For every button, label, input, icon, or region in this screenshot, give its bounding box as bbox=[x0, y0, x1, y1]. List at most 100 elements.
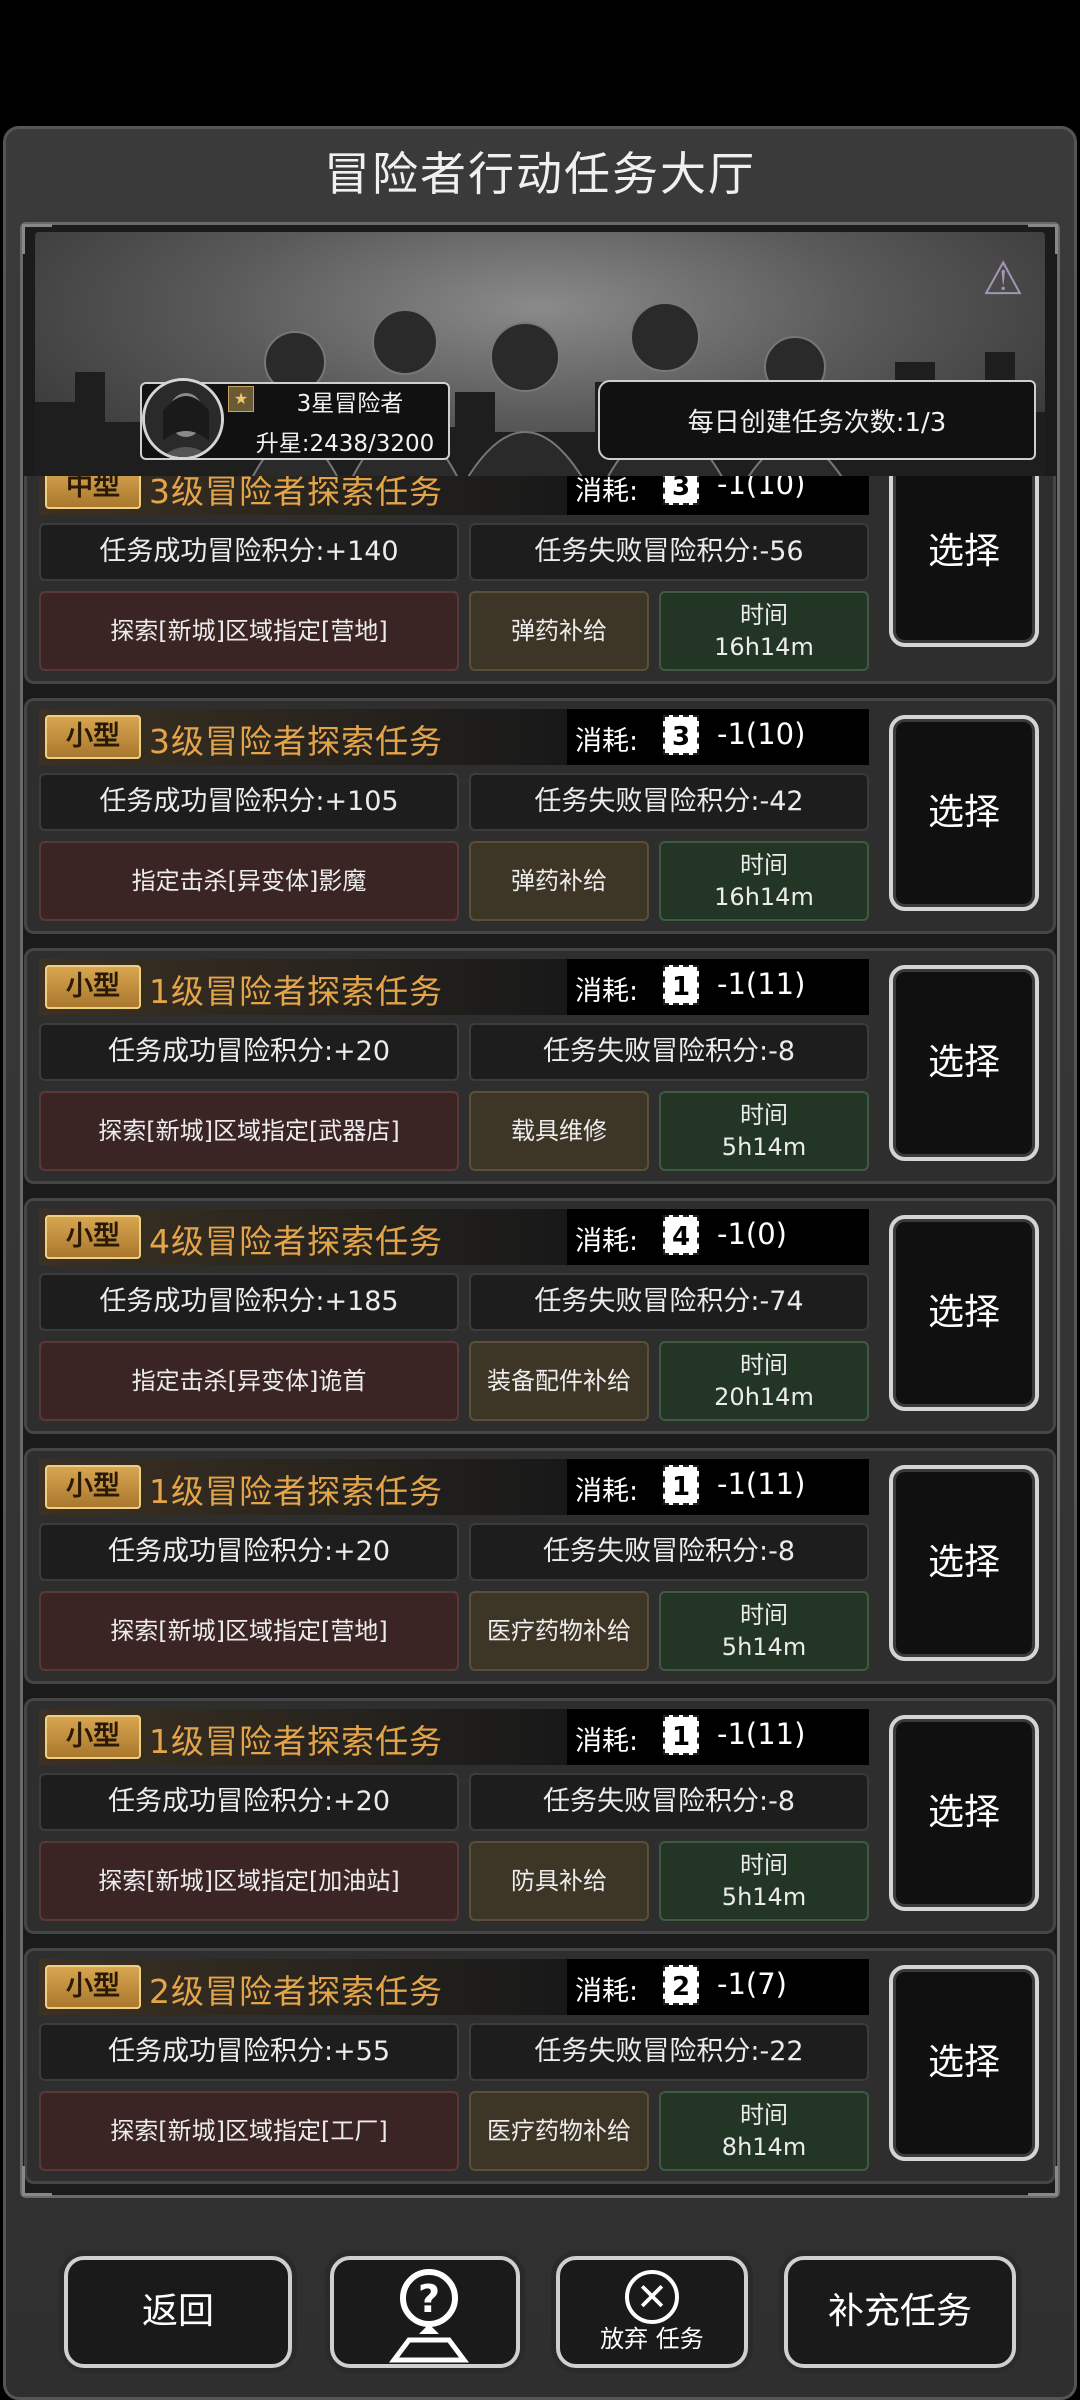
time-value: 5h14m bbox=[721, 1883, 807, 1911]
frame-corner-ornament bbox=[22, 224, 52, 254]
task-target: 探索[新城]区域指定[营地] bbox=[39, 591, 459, 671]
task-size-tag: 小型 bbox=[45, 1465, 141, 1509]
task-card: 中型 3级冒险者探索任务 消耗: 3 -1(10) 任务成功冒险积分:+140 … bbox=[24, 476, 1056, 684]
task-size-tag: 中型 bbox=[45, 476, 141, 509]
task-size-tag: 小型 bbox=[45, 965, 141, 1009]
task-card: 小型 2级冒险者探索任务 消耗: 2 -1(7) 任务成功冒险积分:+55 任务… bbox=[24, 1948, 1056, 2184]
time-value: 5h14m bbox=[721, 1633, 807, 1661]
level-card-icon: 3 bbox=[663, 715, 699, 755]
task-reward: 防具补给 bbox=[469, 1841, 649, 1921]
task-time: 时间 5h14m bbox=[659, 1841, 869, 1921]
task-reward: 弹药补给 bbox=[469, 841, 649, 921]
cost-label: 消耗: bbox=[575, 1476, 639, 1507]
avatar[interactable] bbox=[142, 378, 224, 460]
time-value: 8h14m bbox=[721, 2133, 807, 2161]
select-button[interactable]: 选择 bbox=[889, 1965, 1039, 2161]
task-time: 时间 16h14m bbox=[659, 841, 869, 921]
level-card-icon: 1 bbox=[663, 1465, 699, 1505]
level-card-icon: 4 bbox=[663, 1215, 699, 1255]
back-button[interactable]: 返回 bbox=[64, 2256, 292, 2368]
task-name: 4级冒险者探索任务 bbox=[149, 1222, 443, 1261]
time-value: 16h14m bbox=[714, 633, 814, 661]
task-size-tag: 小型 bbox=[45, 1715, 141, 1759]
frame-corner-ornament bbox=[1028, 224, 1058, 254]
question-icon: ? bbox=[389, 2269, 469, 2363]
task-target: 指定击杀[异变体]诡首 bbox=[39, 1341, 459, 1421]
time-label: 时间 bbox=[740, 1101, 788, 1129]
task-name: 1级冒险者探索任务 bbox=[149, 1722, 443, 1761]
select-button[interactable]: 选择 bbox=[889, 715, 1039, 911]
task-target: 指定击杀[异变体]影魔 bbox=[39, 841, 459, 921]
task-card: 小型 4级冒险者探索任务 消耗: 4 -1(0) 任务成功冒险积分:+185 任… bbox=[24, 1198, 1056, 1434]
success-points: 任务成功冒险积分:+20 bbox=[39, 1773, 459, 1831]
fail-points: 任务失败冒险积分:-56 bbox=[469, 523, 869, 581]
fail-points: 任务失败冒险积分:-74 bbox=[469, 1273, 869, 1331]
cost-value: -1(11) bbox=[717, 1717, 806, 1751]
daily-create-count: 每日创建任务次数:1/3 bbox=[687, 408, 947, 438]
abandon-task-label: 放弃 任务 bbox=[600, 2325, 704, 2353]
cost-value: -1(10) bbox=[717, 717, 806, 751]
fail-points: 任务失败冒险积分:-22 bbox=[469, 2023, 869, 2081]
time-label: 时间 bbox=[740, 1351, 788, 1379]
task-card: 小型 3级冒险者探索任务 消耗: 3 -1(10) 任务成功冒险积分:+105 … bbox=[24, 698, 1056, 934]
task-reward: 装备配件补给 bbox=[469, 1341, 649, 1421]
frame-corner-ornament bbox=[22, 2166, 52, 2196]
cost-value: -1(10) bbox=[717, 476, 806, 501]
time-value: 20h14m bbox=[714, 1383, 814, 1411]
time-label: 时间 bbox=[740, 2101, 788, 2129]
page-title: 冒险者行动任务大厅 bbox=[324, 147, 756, 201]
task-time: 时间 16h14m bbox=[659, 591, 869, 671]
close-icon: ✕ bbox=[625, 2270, 679, 2324]
select-button[interactable]: 选择 bbox=[889, 1215, 1039, 1411]
task-card: 小型 1级冒险者探索任务 消耗: 1 -1(11) 任务成功冒险积分:+20 任… bbox=[24, 948, 1056, 1184]
task-reward: 载具维修 bbox=[469, 1091, 649, 1171]
cost-label: 消耗: bbox=[575, 1726, 639, 1757]
task-target: 探索[新城]区域指定[工厂] bbox=[39, 2091, 459, 2171]
cost-label: 消耗: bbox=[575, 976, 639, 1007]
cost-value: -1(0) bbox=[717, 1217, 787, 1251]
success-points: 任务成功冒险积分:+20 bbox=[39, 1023, 459, 1081]
task-time: 时间 20h14m bbox=[659, 1341, 869, 1421]
task-name: 3级冒险者探索任务 bbox=[149, 476, 443, 511]
task-time: 时间 8h14m bbox=[659, 2091, 869, 2171]
success-points: 任务成功冒险积分:+20 bbox=[39, 1523, 459, 1581]
task-target: 探索[新城]区域指定[营地] bbox=[39, 1591, 459, 1671]
task-name: 1级冒险者探索任务 bbox=[149, 1472, 443, 1511]
task-card: 小型 1级冒险者探索任务 消耗: 1 -1(11) 任务成功冒险积分:+20 任… bbox=[24, 1698, 1056, 1934]
frame-corner-ornament bbox=[1028, 2166, 1058, 2196]
level-card-icon: 1 bbox=[663, 965, 699, 1005]
cost-label: 消耗: bbox=[575, 726, 639, 757]
rank-name: 3星冒险者 bbox=[296, 391, 404, 417]
task-card: 小型 1级冒险者探索任务 消耗: 1 -1(11) 任务成功冒险积分:+20 任… bbox=[24, 1448, 1056, 1684]
fail-points: 任务失败冒险积分:-42 bbox=[469, 773, 869, 831]
level-card-icon: 2 bbox=[663, 1965, 699, 2005]
cost-label: 消耗: bbox=[575, 1226, 639, 1257]
upgrade-progress: 升星:2438/3200 bbox=[255, 431, 435, 457]
task-time: 时间 5h14m bbox=[659, 1591, 869, 1671]
rank-star-icon: ★ bbox=[228, 386, 254, 412]
level-card-icon: 3 bbox=[663, 476, 699, 505]
replenish-tasks-button[interactable]: 补充任务 bbox=[784, 2256, 1016, 2368]
cost-value: -1(7) bbox=[717, 1967, 787, 2001]
task-size-tag: 小型 bbox=[45, 1965, 141, 2009]
success-points: 任务成功冒险积分:+55 bbox=[39, 2023, 459, 2081]
task-size-tag: 小型 bbox=[45, 715, 141, 759]
select-button[interactable]: 选择 bbox=[889, 476, 1039, 647]
task-target: 探索[新城]区域指定[加油站] bbox=[39, 1841, 459, 1921]
task-name: 2级冒险者探索任务 bbox=[149, 1972, 443, 2011]
select-button[interactable]: 选择 bbox=[889, 1465, 1039, 1661]
select-button[interactable]: 选择 bbox=[889, 1715, 1039, 1911]
svg-text:?: ? bbox=[418, 2277, 440, 2321]
select-button[interactable]: 选择 bbox=[889, 965, 1039, 1161]
cost-label: 消耗: bbox=[575, 1976, 639, 2007]
task-list[interactable]: 中型 3级冒险者探索任务 消耗: 3 -1(10) 任务成功冒险积分:+140 … bbox=[24, 476, 1056, 2196]
time-label: 时间 bbox=[740, 1851, 788, 1879]
task-reward: 医疗药物补给 bbox=[469, 1591, 649, 1671]
task-name: 3级冒险者探索任务 bbox=[149, 722, 443, 761]
task-target: 探索[新城]区域指定[武器店] bbox=[39, 1091, 459, 1171]
abandon-task-button[interactable]: ✕ 放弃 任务 bbox=[556, 2256, 748, 2368]
help-button[interactable]: ? bbox=[330, 2256, 520, 2368]
task-size-tag: 小型 bbox=[45, 1215, 141, 1259]
time-label: 时间 bbox=[740, 851, 788, 879]
fail-points: 任务失败冒险积分:-8 bbox=[469, 1773, 869, 1831]
